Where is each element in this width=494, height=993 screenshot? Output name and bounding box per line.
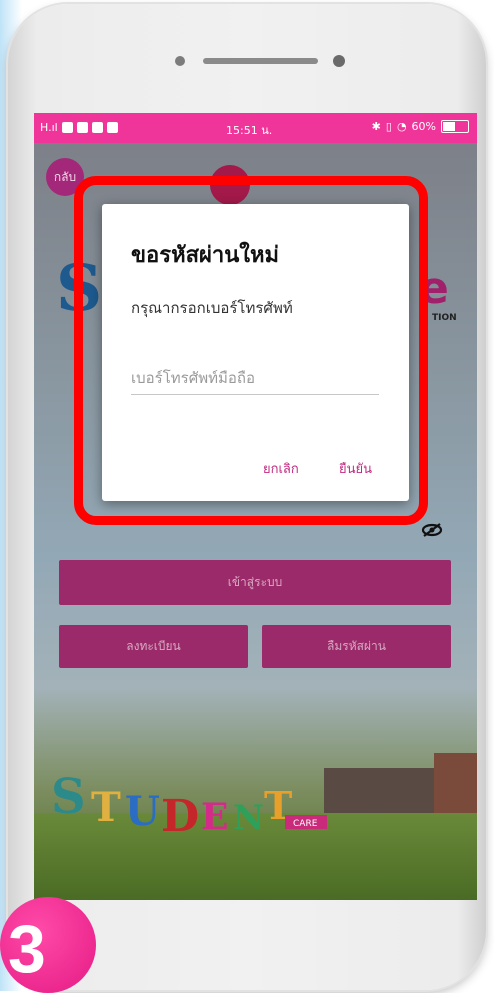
battery-icon (441, 120, 469, 133)
youtube-icon (106, 122, 118, 133)
logo-subtext: TION (432, 313, 457, 323)
status-bar: H.ıl 15:51 น. ✱ ▯ ◔ 60% (34, 113, 477, 143)
svg-text:U: U (125, 788, 160, 835)
step-number: 3 (8, 911, 46, 987)
bluetooth-icon: ✱ (371, 120, 381, 133)
svg-text:T: T (91, 784, 121, 831)
battery-percent: 60% (411, 120, 436, 133)
svg-text:N: N (233, 798, 264, 838)
eye-off-icon[interactable] (421, 523, 443, 537)
svg-text:D: D (161, 791, 199, 838)
camera-icon (175, 56, 185, 66)
svg-text:E: E (201, 796, 228, 838)
signal-icon: H.ıl (40, 121, 58, 134)
highlight-frame (74, 176, 428, 525)
facebook-icon (91, 122, 103, 133)
forgot-password-button[interactable]: ลืมรหัสผ่าน (262, 625, 451, 668)
notification-icon (61, 122, 73, 133)
register-button[interactable]: ลงทะเบียน (59, 625, 248, 668)
svg-text:CARE: CARE (293, 819, 318, 829)
wifi-icon: ◔ (396, 120, 407, 133)
sensor-icon (333, 55, 345, 67)
login-button[interactable]: เข้าสู่ระบบ (59, 560, 451, 605)
svg-text:S: S (51, 769, 86, 825)
speaker-icon (203, 58, 318, 64)
student-care-logo: S T U D E N T CARE (51, 769, 327, 838)
status-time: 15:51 น. (226, 124, 273, 137)
vibrate-icon: ▯ (385, 120, 392, 133)
gallery-icon (76, 122, 88, 133)
